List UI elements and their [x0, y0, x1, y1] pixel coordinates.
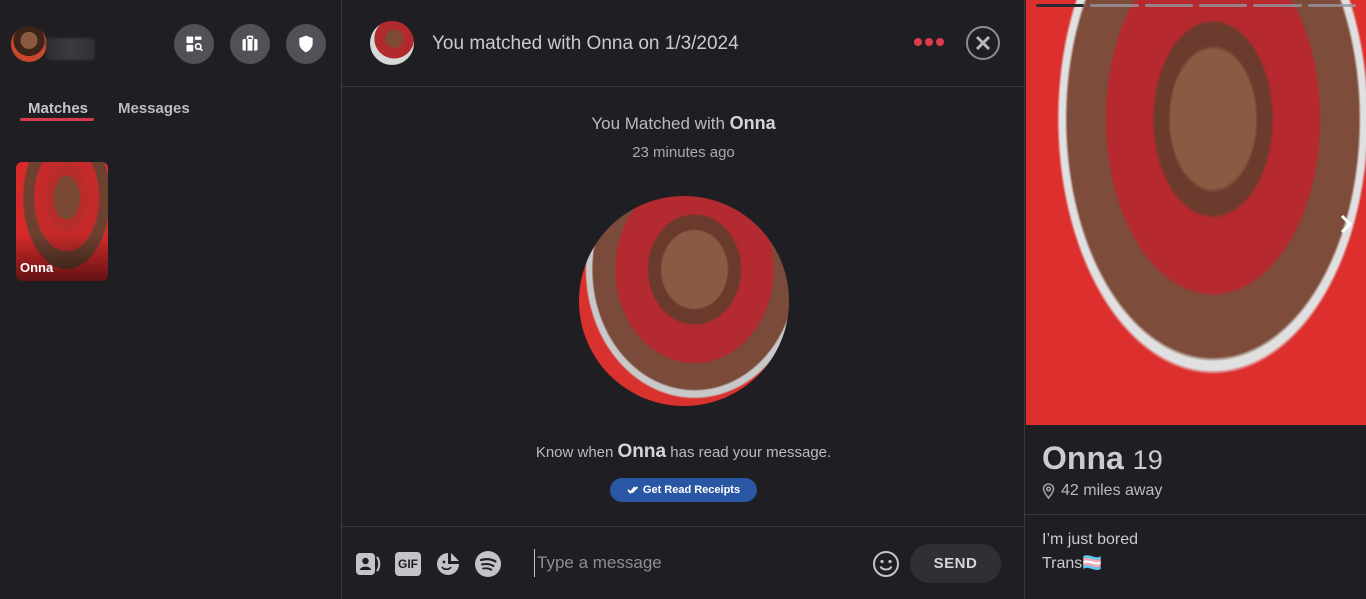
sidebar-tabs: Matches Messages	[0, 86, 342, 136]
more-dot-icon	[914, 38, 922, 46]
chat-header-title: You matched with Onna on 1/3/2024	[432, 33, 739, 54]
location-pin-icon	[1042, 483, 1055, 499]
safety-button[interactable]	[286, 24, 326, 64]
message-composer: GIF SEND	[342, 526, 1025, 599]
get-read-receipts-button[interactable]: Get Read Receipts	[610, 478, 757, 502]
match-card-name: Onna	[20, 260, 54, 275]
photo-progress-bars	[1036, 4, 1356, 8]
matched-time: 23 minutes ago	[632, 144, 735, 161]
send-button[interactable]: SEND	[910, 544, 1001, 583]
message-input[interactable]	[534, 549, 854, 577]
gif-button[interactable]: GIF	[394, 550, 422, 578]
read-prefix: Know when	[535, 444, 618, 461]
profile-age: 19	[1132, 445, 1163, 475]
photo-progress-bar[interactable]	[1198, 4, 1248, 7]
next-photo-button[interactable]	[1336, 212, 1356, 236]
read-receipt-text: Know when Onna has read your message.	[342, 441, 1025, 463]
read-name: Onna	[617, 441, 667, 462]
contact-card-button[interactable]	[354, 550, 382, 578]
divider	[1025, 514, 1366, 515]
photo-progress-bar[interactable]	[1036, 4, 1085, 7]
explore-icon	[186, 36, 203, 52]
matched-heading: You Matched with Onna	[342, 113, 1025, 134]
shield-icon	[299, 35, 313, 53]
spotify-icon	[475, 551, 501, 577]
close-icon	[975, 35, 991, 51]
match-avatar[interactable]	[370, 21, 414, 65]
explore-button[interactable]	[174, 24, 214, 64]
sticker-button[interactable]	[434, 550, 462, 578]
read-suffix: has read your message.	[666, 444, 832, 461]
profile-distance: 42 miles away	[1061, 482, 1163, 499]
sticker-icon	[437, 553, 459, 575]
chevron-right-icon	[1340, 214, 1353, 234]
active-tab-indicator	[20, 118, 94, 121]
emoji-icon	[873, 551, 899, 577]
tab-messages[interactable]: Messages	[118, 100, 190, 117]
profile-distance-row: 42 miles away	[1042, 482, 1162, 500]
double-check-icon	[627, 486, 639, 494]
close-chat-button[interactable]	[966, 26, 1000, 60]
more-dot-icon	[936, 38, 944, 46]
app-window: Matches Messages Onna You matched with O…	[0, 0, 1366, 599]
sidebar-header	[0, 0, 342, 86]
match-photo[interactable]	[579, 196, 789, 406]
photo-progress-bar[interactable]	[1144, 4, 1193, 7]
spotify-button[interactable]	[474, 550, 502, 578]
my-name-redacted	[46, 38, 95, 60]
more-options-button[interactable]	[914, 38, 944, 46]
matched-prefix: You Matched with	[591, 114, 730, 133]
photo-progress-bar[interactable]	[1090, 4, 1139, 7]
match-card-onna[interactable]: Onna	[16, 162, 108, 281]
photo-progress-bar[interactable]	[1253, 4, 1302, 7]
chat-panel: You matched with Onna on 1/3/2024 You Ma…	[342, 0, 1025, 599]
profile-photo[interactable]	[1026, 0, 1366, 425]
gif-icon: GIF	[395, 552, 421, 576]
emoji-button[interactable]	[872, 550, 900, 578]
passport-button[interactable]	[230, 24, 270, 64]
profile-name: Onna	[1042, 440, 1124, 476]
chat-header: You matched with Onna on 1/3/2024	[342, 0, 1025, 87]
my-avatar[interactable]	[11, 26, 47, 62]
briefcase-icon	[242, 35, 258, 51]
more-dot-icon	[925, 38, 933, 46]
tab-matches[interactable]: Matches	[28, 100, 88, 117]
profile-bio: I’m just bored Trans🏳️‍⚧️	[1042, 531, 1139, 572]
profile-name-age: Onna 19	[1042, 440, 1163, 477]
sidebar: Matches Messages Onna	[0, 0, 342, 599]
photo-progress-bar[interactable]	[1307, 4, 1356, 7]
read-button-label: Get Read Receipts	[642, 484, 741, 496]
contact-card-icon	[356, 553, 381, 575]
profile-panel: Onna 19 42 miles away I’m just bored Tra…	[1025, 0, 1366, 599]
matched-name: Onna	[729, 113, 776, 133]
